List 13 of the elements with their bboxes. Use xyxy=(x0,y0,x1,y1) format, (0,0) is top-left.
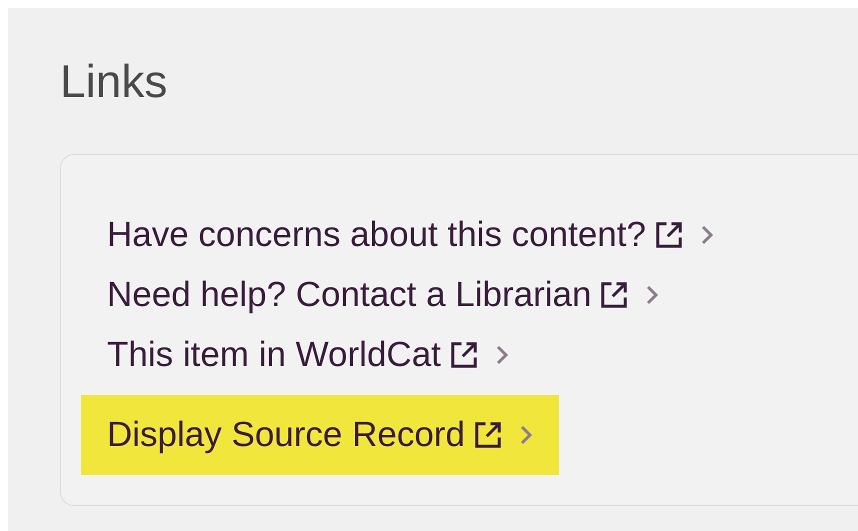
link[interactable]: Need help? Contact a Librarian xyxy=(107,268,630,322)
chevron-icon xyxy=(518,424,533,446)
external-link-icon xyxy=(654,220,684,250)
section-heading: Links xyxy=(60,58,168,104)
link[interactable]: Have concerns about this content? xyxy=(107,208,684,262)
external-link-icon xyxy=(472,420,503,450)
external-link-icon xyxy=(599,280,630,310)
chevron-icon xyxy=(645,284,660,306)
chevron-icon xyxy=(494,344,509,366)
external-link-icon xyxy=(448,340,479,370)
link[interactable]: This item in WorldCat xyxy=(107,328,479,382)
link[interactable]: Display Source Record xyxy=(107,408,503,462)
chevron-icon xyxy=(700,224,714,246)
